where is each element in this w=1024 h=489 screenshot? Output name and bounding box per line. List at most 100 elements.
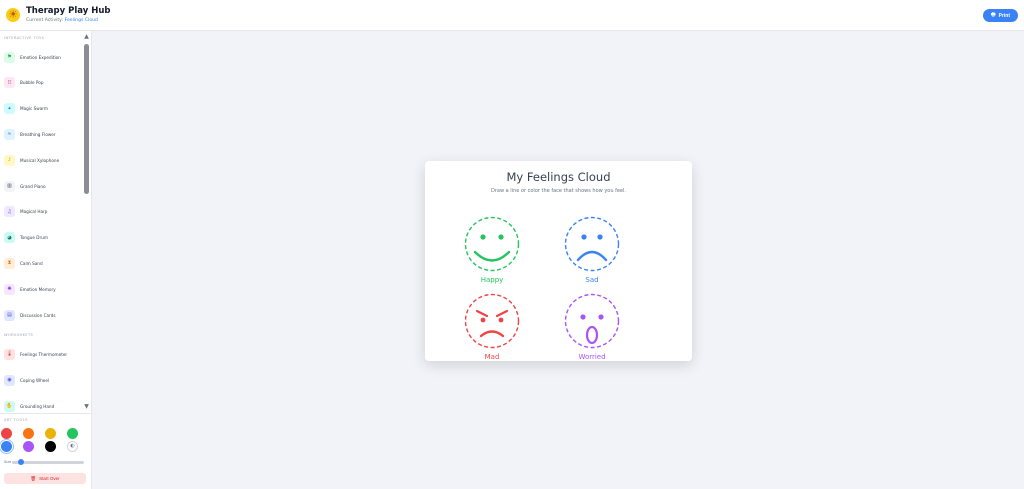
sidebar-item-label: Magical Harp: [20, 209, 48, 215]
sidebar-item-label: Bubble Pop: [20, 80, 44, 86]
cards-icon: ▤: [4, 309, 15, 321]
sidebar-item-label: Musical Xylophone: [20, 157, 60, 163]
piano-icon: ▥: [4, 180, 15, 192]
angry-mouth: [479, 330, 505, 338]
sidebar-item-breathing-flower[interactable]: ≈ Breathing Flower: [4, 127, 84, 141]
print-button[interactable]: 🖶 Print: [982, 9, 1018, 22]
start-over-label: Start Over: [39, 476, 60, 481]
face-outline: [564, 293, 620, 349]
right-brow: [495, 309, 509, 318]
sparkles-icon: ✦: [4, 103, 15, 115]
drum-icon: ◕: [4, 232, 15, 244]
mad-face-icon[interactable]: [464, 293, 520, 349]
color-swatch-3b82f6[interactable]: [1, 441, 12, 452]
worried-face-icon[interactable]: [564, 293, 620, 349]
right-eye: [498, 234, 504, 240]
color-swatch-22c55e[interactable]: [67, 428, 78, 439]
happy-face-icon[interactable]: [464, 216, 520, 272]
sidebar-item-magic-swarm[interactable]: ✦ Magic Swarm: [4, 102, 84, 116]
sad-face-label: Sad: [585, 276, 599, 284]
wheel-icon: ◉: [4, 374, 15, 386]
harp-icon: ♫: [4, 206, 15, 218]
scroll-up-arrow-icon[interactable]: ▲: [82, 33, 91, 40]
bubbles-icon: ⠿: [4, 77, 15, 89]
right-eye: [597, 234, 603, 240]
color-swatch-a855f7[interactable]: [23, 441, 34, 452]
section-label-interactive: INTERACTIVE TOYS: [4, 36, 45, 40]
worksheet-title: My Feelings Cloud: [506, 170, 611, 184]
sidebar-item-label: Grand Piano: [20, 183, 46, 189]
sidebar-item-feelings-thermometer[interactable]: 🌡 Feelings Thermometer: [4, 347, 84, 361]
wind-icon: ≈: [4, 128, 15, 140]
sidebar-item-label: Coping Wheel: [20, 377, 50, 383]
start-over-button[interactable]: 🗑 Start Over: [4, 473, 86, 484]
sidebar-item-tongue-drum[interactable]: ◕ Tongue Drum: [4, 231, 84, 245]
print-label: Print: [998, 12, 1010, 19]
header-titles: Therapy Play Hub Current Activity: Feeli…: [26, 6, 111, 23]
app-title: Therapy Play Hub: [26, 6, 111, 17]
sidebar-item-discussion-cards[interactable]: ▤ Discussion Cards: [4, 308, 84, 322]
sidebar-item-label: Emotion Expedition: [20, 54, 61, 60]
trash-icon: 🗑: [30, 475, 37, 481]
face-outline: [464, 216, 520, 272]
worried-face-label: Worried: [578, 353, 606, 361]
sidebar-item-label: Calm Sand: [20, 260, 43, 266]
face-outline: [564, 216, 620, 272]
color-swatch-000000[interactable]: [45, 441, 56, 452]
smile-mouth: [473, 250, 511, 262]
current-activity: Current Activity: Feelings Cloud: [26, 18, 111, 23]
app-header: ☀ Therapy Play Hub Current Activity: Fee…: [0, 0, 1024, 31]
sidebar-item-label: Discussion Cards: [20, 312, 56, 318]
sidebar-item-grounding-hand[interactable]: ✋ Grounding Hand: [4, 399, 84, 413]
left-eye: [580, 314, 586, 320]
scroll-down-arrow-icon[interactable]: ▼: [82, 403, 91, 410]
eraser-icon[interactable]: ◐: [67, 441, 78, 452]
sidebar-item-calm-sand[interactable]: ⧗ Calm Sand: [4, 256, 84, 270]
activity-name: Feelings Cloud: [64, 17, 98, 23]
sun-logo-icon: ☀: [6, 8, 20, 22]
color-swatch-eab308[interactable]: [45, 428, 56, 439]
sidebar-item-label: Emotion Memory: [20, 286, 56, 292]
sidebar-item-emotion-expedition[interactable]: ⚑ Emotion Expedition: [4, 50, 84, 64]
printer-icon: 🖶: [990, 11, 996, 18]
section-label-worksheets: WORKSHEETS: [4, 333, 34, 337]
sidebar-item-label: Grounding Hand: [20, 403, 55, 409]
size-label: Size: [4, 460, 12, 464]
sidebar-item-coping-wheel[interactable]: ◉ Coping Wheel: [4, 373, 84, 387]
brush-size-slider-thumb[interactable]: [17, 459, 24, 465]
flag-icon: ⚑: [4, 51, 15, 63]
hourglass-icon: ⧗: [4, 257, 15, 269]
section-label-art-tools: ART TOOLS: [4, 418, 28, 422]
thermometer-icon: 🌡: [4, 348, 15, 360]
left-eye: [480, 317, 486, 323]
sidebar-item-label: Feelings Thermometer: [20, 351, 68, 357]
sidebar-item-label: Breathing Flower: [20, 131, 56, 137]
art-tools-divider: [0, 413, 92, 414]
activity-prefix: Current Activity:: [26, 17, 64, 23]
sidebar-item-musical-xylophone[interactable]: ♪ Musical Xylophone: [4, 153, 84, 167]
feelings-cloud-worksheet[interactable]: My Feelings Cloud Draw a line or color t…: [425, 161, 692, 361]
sidebar-item-grand-piano[interactable]: ▥ Grand Piano: [4, 179, 84, 193]
worried-mouth: [585, 325, 599, 345]
face-outline: [464, 293, 520, 349]
right-eye: [498, 317, 504, 323]
sidebar-item-bubble-pop[interactable]: ⠿ Bubble Pop: [4, 76, 84, 90]
color-swatch-f97316[interactable]: [23, 428, 34, 439]
left-eye: [581, 234, 587, 240]
sidebar-item-magical-harp[interactable]: ♫ Magical Harp: [4, 205, 84, 219]
mad-face-label: Mad: [484, 353, 500, 361]
left-brow: [475, 309, 489, 318]
sidebar-item-label: Magic Swarm: [20, 106, 49, 112]
frown-mouth: [576, 250, 608, 262]
hand-icon: ✋: [4, 400, 15, 412]
sad-face-icon[interactable]: [564, 216, 620, 272]
sidebar-item-emotion-memory[interactable]: ✺ Emotion Memory: [4, 282, 84, 296]
music-note-icon: ♪: [4, 154, 15, 166]
color-swatch-ef4444[interactable]: [1, 428, 12, 439]
sidebar-scrollbar-thumb[interactable]: [84, 44, 89, 194]
right-eye: [598, 314, 604, 320]
happy-face-label: Happy: [480, 276, 504, 284]
left-eye: [480, 234, 486, 240]
brain-icon: ✺: [4, 283, 15, 295]
sidebar-item-label: Tongue Drum: [20, 235, 48, 241]
